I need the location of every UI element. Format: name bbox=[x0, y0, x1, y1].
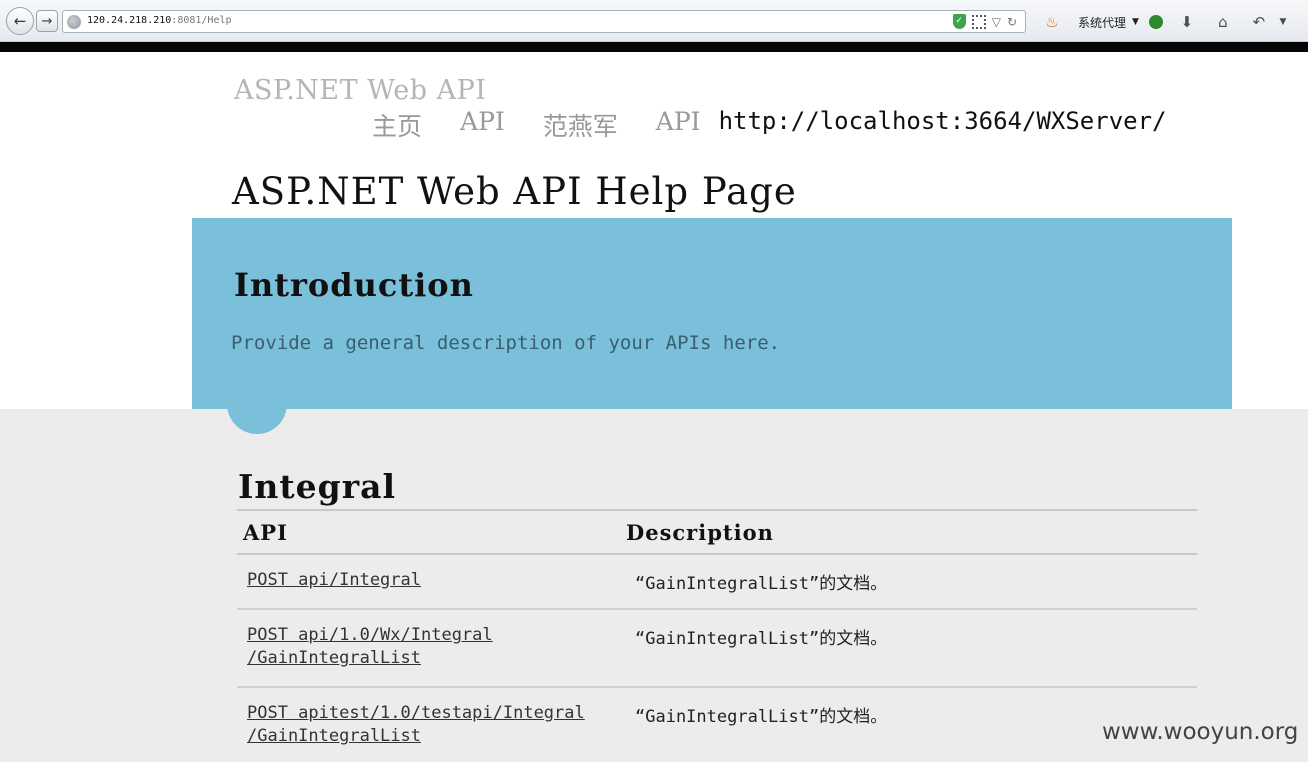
address-bar-icons: ✓ ▽ ↻ bbox=[952, 14, 1017, 29]
api-link[interactable]: POST api/Integral bbox=[247, 570, 421, 590]
black-strip bbox=[0, 42, 1308, 52]
table-row: POST api/Integral “GainIntegralList”的文档。 bbox=[237, 555, 1197, 610]
intro-title: Introduction bbox=[234, 266, 474, 304]
description-cell: “GainIntegralList”的文档。 bbox=[635, 629, 888, 649]
table-header: API Description bbox=[237, 509, 1197, 555]
description-cell: “GainIntegralList”的文档。 bbox=[635, 574, 888, 594]
description-cell: “GainIntegralList”的文档。 bbox=[635, 707, 888, 727]
section-title: Integral bbox=[238, 467, 397, 506]
nav-home[interactable]: 主页 bbox=[372, 107, 422, 143]
proxy-menu[interactable]: 系统代理 bbox=[1078, 14, 1126, 31]
api-table: API Description POST api/Integral “GainI… bbox=[237, 509, 1197, 762]
watermark: www.wooyun.org bbox=[1102, 719, 1299, 745]
reload-icon[interactable]: ↻ bbox=[1007, 15, 1017, 29]
intro-panel: Introduction Provide a general descripti… bbox=[192, 218, 1232, 409]
home-icon[interactable]: ⌂ bbox=[1211, 13, 1235, 31]
column-header-description: Description bbox=[626, 519, 774, 545]
column-header-api: API bbox=[243, 519, 288, 545]
shield-icon[interactable]: ✓ bbox=[952, 14, 966, 29]
api-link[interactable]: POST apitest/1.0/testapi/Integral/GainIn… bbox=[247, 703, 585, 746]
dropdown-arrow-icon[interactable]: ▽ bbox=[992, 15, 1001, 29]
url-host: 120.24.218.210 bbox=[87, 15, 172, 26]
browser-toolbar: ← → 120.24.218.210:8081/Help ✓ ▽ ↻ ♨ 系统代… bbox=[0, 0, 1308, 42]
api-cell: POST apitest/1.0/testapi/Integral/GainIn… bbox=[237, 688, 635, 762]
page-title: ASP.NET Web API Help Page bbox=[232, 170, 797, 213]
back-arrow-icon[interactable]: ← bbox=[6, 7, 34, 35]
toolbar-right: ♨ 系统代理 ▼ ⬇ ⌂ ↶ ▼ bbox=[1040, 10, 1295, 34]
extension-icon[interactable]: ♨ bbox=[1040, 13, 1064, 31]
address-url[interactable]: 120.24.218.210:8081/Help bbox=[87, 15, 232, 26]
download-icon[interactable]: ⬇ bbox=[1175, 13, 1199, 31]
globe-icon bbox=[67, 15, 81, 29]
forward-arrow-icon[interactable]: → bbox=[36, 10, 58, 32]
api-link[interactable]: POST api/1.0/Wx/Integral/GainIntegralLis… bbox=[247, 625, 493, 668]
nav-url: http://localhost:3664/WXServer/ bbox=[718, 107, 1167, 135]
top-nav: 主页 API 范燕军 API http://localhost:3664/WXS… bbox=[372, 107, 1167, 143]
api-cell: POST api/Integral bbox=[237, 555, 635, 608]
undo-icon[interactable]: ↶ bbox=[1247, 13, 1271, 31]
menu-dropdown-icon[interactable]: ▼ bbox=[1271, 17, 1295, 27]
url-path: :8081/Help bbox=[171, 15, 232, 26]
proxy-dropdown-icon[interactable]: ▼ bbox=[1132, 17, 1139, 27]
qr-code-icon[interactable] bbox=[971, 14, 986, 29]
api-cell: POST api/1.0/Wx/Integral/GainIntegralLis… bbox=[237, 610, 635, 686]
nav-user[interactable]: 范燕军 bbox=[543, 107, 618, 143]
nav-api[interactable]: API bbox=[460, 107, 505, 143]
table-row: POST apitest/1.0/testapi/Integral/GainIn… bbox=[237, 688, 1197, 762]
site-title[interactable]: ASP.NET Web API bbox=[234, 75, 486, 106]
table-row: POST api/1.0/Wx/Integral/GainIntegralLis… bbox=[237, 610, 1197, 688]
address-bar[interactable]: 120.24.218.210:8081/Help ✓ ▽ ↻ bbox=[62, 10, 1026, 33]
proxy-status-icon[interactable] bbox=[1148, 15, 1163, 29]
nav-api-2[interactable]: API bbox=[656, 107, 701, 143]
intro-text: Provide a general description of your AP… bbox=[231, 332, 781, 354]
